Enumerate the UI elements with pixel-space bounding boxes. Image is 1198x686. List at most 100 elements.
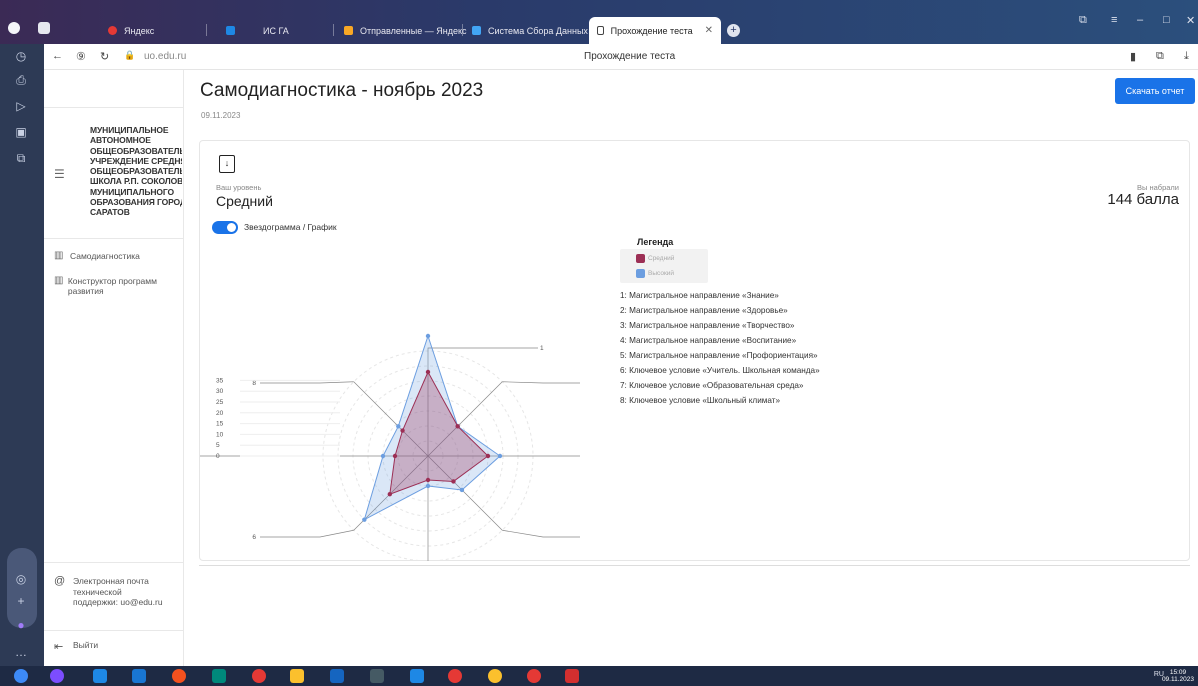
chrome-icon[interactable]	[172, 669, 186, 683]
app-icon[interactable]	[370, 669, 384, 683]
chart-mode-toggle[interactable]	[212, 221, 238, 234]
new-tab-icon[interactable]: +	[727, 24, 740, 37]
support-email[interactable]: @ Электронная почта технической поддержк…	[54, 576, 178, 608]
yandex-browser-icon[interactable]	[252, 669, 266, 683]
data-point	[362, 517, 367, 522]
axis-leader	[260, 529, 354, 538]
yandex-home-icon[interactable]: ⑨	[76, 50, 86, 63]
direction-5: 5: Магистральное направление «Профориент…	[620, 351, 818, 360]
start-icon[interactable]	[14, 669, 28, 683]
tab-data-system[interactable]: Система Сбора Данных	[464, 17, 596, 44]
y-tick-label: 20	[216, 410, 224, 417]
collections-icon[interactable]: ⎙	[13, 72, 29, 88]
opera-icon[interactable]	[527, 669, 541, 683]
media-icon[interactable]	[132, 669, 146, 683]
sidebar-item-constructor[interactable]: ▥ Конструктор программ развития	[54, 275, 178, 297]
app-icon[interactable]: ▣	[13, 124, 29, 140]
assistant-icon[interactable]: ●	[13, 617, 29, 633]
data-point	[459, 487, 465, 493]
clock[interactable]: 15:09 09.11.2023	[1162, 669, 1194, 683]
legend-box: Средний Высокий	[620, 249, 708, 283]
page-title-bar: Прохождение теста	[584, 51, 676, 62]
is-ga-icon	[226, 26, 235, 35]
bookmark-icon[interactable]: ▮	[1130, 50, 1136, 63]
more-icon[interactable]: …	[13, 644, 29, 660]
yandex-icon	[108, 26, 117, 35]
legend-swatch	[636, 254, 645, 263]
y-tick-label: 35	[216, 377, 224, 384]
axis-leader	[502, 381, 580, 384]
tab-separator	[333, 24, 334, 36]
results-card: ↓ Ваш уровень Средний Вы набрали 144 бал…	[199, 140, 1190, 561]
axis-leader	[502, 529, 580, 538]
extension-icon[interactable]: ⧉	[1156, 50, 1164, 63]
sidebar-item-self-diagnostics[interactable]: ▥ Самодиагностика	[54, 251, 140, 262]
profile-icon[interactable]	[8, 22, 20, 34]
direction-4: 4: Магистральное направление «Воспитание…	[620, 336, 797, 345]
data-system-icon	[472, 26, 481, 35]
app-icon[interactable]	[410, 669, 424, 683]
url-field[interactable]: uo.edu.ru	[144, 51, 186, 62]
axis-label: 8	[252, 380, 256, 387]
window-tabs-icon[interactable]: ⧉	[1079, 14, 1087, 27]
hamburger-icon[interactable]: ☰	[54, 167, 65, 181]
tab-yandex[interactable]: Яндекс	[100, 17, 162, 44]
maximize-icon[interactable]: □	[1163, 14, 1170, 26]
download-doc-icon[interactable]: ↓	[219, 155, 235, 173]
edge-icon[interactable]	[93, 669, 107, 683]
tab-is-ga[interactable]: ИС ГА	[218, 17, 297, 44]
y-tick-label: 5	[216, 442, 220, 449]
browser-tab-bar: Яндекс ИС ГА Отправленные — Яндекс Систе…	[0, 0, 1198, 44]
yandex-icon[interactable]	[448, 669, 462, 683]
gallery-icon[interactable]: ⧉	[13, 150, 29, 166]
app-icon[interactable]	[488, 669, 502, 683]
pdf-icon[interactable]	[565, 669, 579, 683]
y-tick-label: 15	[216, 421, 224, 428]
direction-3: 3: Магистральное направление «Творчество…	[620, 321, 795, 330]
at-icon: @	[54, 575, 66, 587]
radar-chart: 1234567805101520253035	[200, 333, 580, 561]
back-icon[interactable]: ←	[52, 50, 63, 62]
word-icon[interactable]	[330, 669, 344, 683]
divider	[199, 565, 1190, 566]
apps-icon[interactable]	[212, 669, 226, 683]
y-tick-label: 0	[216, 453, 220, 460]
menu-icon[interactable]: ≡	[1111, 14, 1117, 26]
tab-test[interactable]: Прохождение теста ✕	[589, 17, 721, 44]
history-icon[interactable]: ◷	[13, 48, 29, 64]
download-icon[interactable]: ⤓	[1184, 50, 1189, 63]
add-panel-icon[interactable]: +	[13, 593, 29, 609]
alice-taskbar-icon[interactable]	[50, 669, 64, 683]
toggle-label: Звездограмма / График	[244, 222, 337, 232]
alice-icon[interactable]: ◎	[13, 571, 29, 587]
browser-logo-icon[interactable]	[38, 22, 50, 34]
legend-item-average[interactable]: Средний	[636, 254, 674, 263]
reload-icon[interactable]: ↻	[100, 50, 109, 63]
legend-item-high[interactable]: Высокий	[636, 269, 674, 278]
axis-label: 6	[252, 534, 256, 541]
data-point	[396, 424, 401, 429]
tab-mail-sent[interactable]: Отправленные — Яндекс	[336, 17, 475, 44]
play-icon[interactable]: ▷	[13, 98, 29, 114]
data-point	[451, 479, 456, 484]
browser-side-panel: ◷ ⎙ ▷ ▣ ⧉ ◎ + ● …	[0, 44, 44, 666]
explorer-icon[interactable]	[290, 669, 304, 683]
download-report-button[interactable]: Скачать отчет	[1115, 78, 1195, 104]
direction-2: 2: Магистральное направление «Здоровье»	[620, 306, 788, 315]
library-icon: ▥	[54, 275, 64, 286]
data-point	[425, 369, 431, 375]
axis-label: 1	[540, 345, 544, 352]
close-window-icon[interactable]: ✕	[1186, 14, 1195, 27]
minimize-icon[interactable]: –	[1137, 14, 1143, 26]
close-tab-icon[interactable]: ✕	[705, 25, 713, 36]
data-point	[380, 453, 386, 459]
toggle-knob	[227, 223, 236, 232]
logout-button[interactable]: ⇤ Выйти	[54, 640, 98, 653]
data-point	[400, 428, 405, 433]
divider	[44, 107, 184, 108]
logout-icon: ⇤	[54, 641, 64, 653]
tab-separator	[206, 24, 207, 36]
main-content: Самодиагностика - ноябрь 2023 09.11.2023…	[184, 70, 1198, 666]
data-point	[485, 453, 491, 459]
direction-1: 1: Магистральное направление «Знание»	[620, 291, 779, 300]
